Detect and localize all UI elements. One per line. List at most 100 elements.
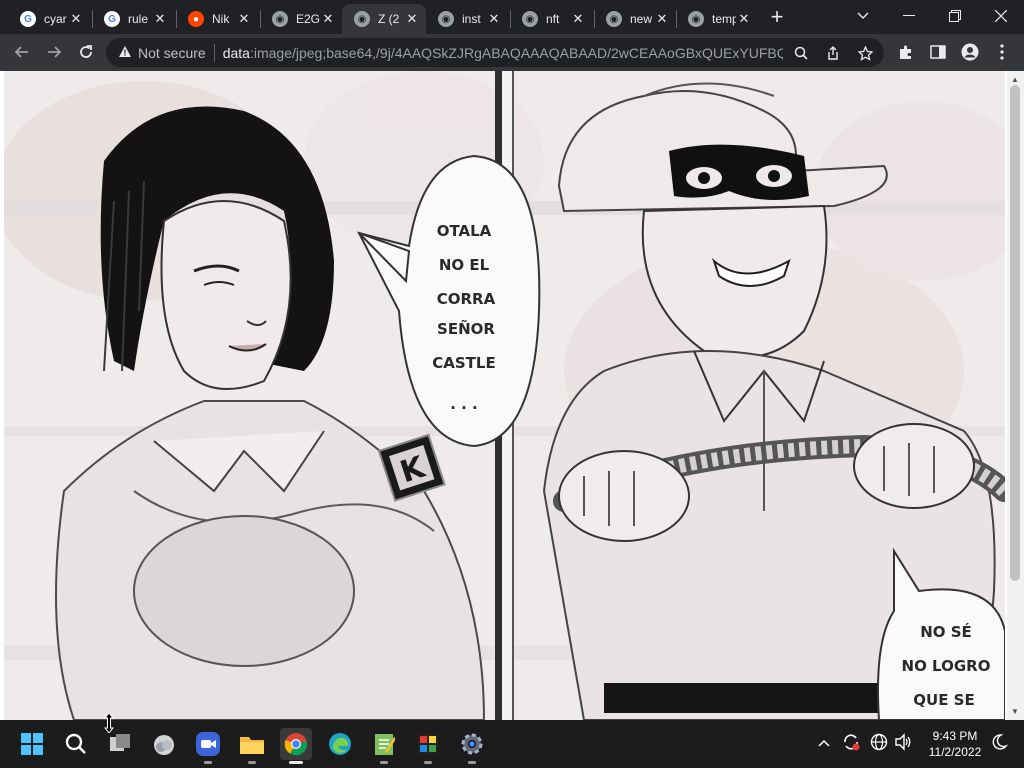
notifications-button[interactable]	[990, 733, 1009, 754]
tab-2[interactable]: G rule ✕	[92, 4, 174, 34]
tab-label: inst	[462, 12, 481, 26]
weather-widget[interactable]	[148, 728, 180, 760]
page-content: K OTALA NO EL CORRA SEÑOR CASTLE . . . N…	[0, 71, 1024, 720]
back-button[interactable]	[8, 38, 36, 66]
tab-4[interactable]: ◉ E2G ✕	[260, 4, 342, 34]
windows-taskbar: 9:43 PM 11/2/2022	[0, 720, 1024, 768]
clock-time: 9:43 PM	[932, 729, 978, 743]
minimize-button[interactable]	[886, 0, 932, 32]
tab-3[interactable]: ● Nik ✕	[176, 4, 258, 34]
close-icon[interactable]: ✕	[736, 11, 752, 27]
url-rest: :image/jpeg;base64,/9j/4AAQSkZJRgABAQAAA…	[249, 44, 783, 61]
network-status[interactable]	[870, 733, 888, 754]
close-icon[interactable]: ✕	[236, 11, 252, 27]
zoom-icon	[196, 732, 220, 756]
windows-start-icon	[21, 733, 43, 755]
moon-notification-icon	[992, 734, 1009, 750]
reload-button[interactable]	[72, 38, 100, 66]
tab-1[interactable]: G cyar ✕	[8, 4, 90, 34]
globe-icon: ◉	[272, 11, 288, 27]
start-button[interactable]	[16, 728, 48, 760]
file-explorer-app[interactable]	[236, 728, 268, 764]
speech-line: . . .	[450, 395, 478, 413]
tab-9[interactable]: ◉ templat ✕	[676, 4, 758, 34]
sync-status[interactable]	[842, 733, 860, 754]
tab-5-active[interactable]: ◉ Z (2 ✕	[342, 4, 426, 34]
close-window-button[interactable]	[978, 0, 1024, 32]
tab-search-button[interactable]	[840, 0, 886, 32]
show-hidden-icons-button[interactable]	[818, 734, 830, 750]
running-indicator	[204, 761, 212, 764]
system-clock[interactable]: 9:43 PM 11/2/2022	[920, 728, 990, 760]
search-icon	[65, 733, 86, 754]
close-icon[interactable]: ✕	[152, 11, 168, 27]
forward-button[interactable]	[40, 38, 68, 66]
photos-app[interactable]	[412, 728, 444, 764]
globe-icon: ◉	[522, 11, 538, 27]
close-icon[interactable]: ✕	[654, 11, 670, 27]
minimize-icon	[903, 15, 915, 16]
warning-icon[interactable]	[118, 45, 132, 61]
speech-line: NO SÉ	[920, 622, 972, 641]
scroll-up-arrow-icon[interactable]: ▲	[1011, 75, 1019, 84]
chrome-icon	[284, 733, 308, 756]
arrow-right-icon	[48, 46, 62, 58]
google-icon: G	[104, 11, 120, 27]
side-panel-button[interactable]	[926, 40, 950, 64]
scrollbar-thumb[interactable]	[1010, 85, 1020, 581]
vertical-scrollbar[interactable]: ▲ ▼	[1007, 71, 1024, 720]
zoom-app[interactable]	[192, 728, 224, 764]
address-bar[interactable]: Not secure data:image/jpeg;base64,/9j/4A…	[106, 38, 884, 67]
menu-button[interactable]	[990, 40, 1014, 64]
notepad-icon	[375, 734, 395, 755]
chrome-app[interactable]	[280, 728, 312, 764]
running-indicator	[248, 761, 256, 764]
puzzle-icon	[900, 45, 911, 59]
close-icon[interactable]: ✕	[68, 11, 84, 27]
tab-label: templat	[712, 12, 736, 26]
url-scheme: data	[222, 44, 250, 61]
share-icon[interactable]	[822, 42, 844, 64]
resize-cursor-icon	[104, 713, 114, 733]
running-indicator	[424, 761, 432, 764]
bookmark-star-icon[interactable]	[854, 42, 876, 64]
avatar-icon	[961, 43, 979, 61]
tab-6[interactable]: ◉ inst ✕	[426, 4, 508, 34]
restore-button[interactable]	[932, 0, 978, 32]
speech-line: SEÑOR	[437, 319, 495, 338]
profile-button[interactable]	[958, 40, 982, 64]
speech-line: CASTLE	[432, 354, 495, 372]
globe-icon: ◉	[438, 11, 454, 27]
url-text[interactable]: data:image/jpeg;base64,/9j/4AAQSkZJRgABA…	[223, 45, 783, 61]
volume-control[interactable]	[894, 733, 912, 754]
task-view-icon	[110, 734, 130, 751]
new-tab-button[interactable]: +	[765, 6, 789, 30]
tab-label: nft	[546, 12, 560, 26]
file-explorer-icon	[240, 737, 264, 754]
edge-app[interactable]	[324, 728, 356, 760]
settings-icon	[461, 733, 483, 755]
chevron-up-icon	[818, 739, 830, 747]
side-panel-icon	[930, 45, 946, 59]
close-icon[interactable]: ✕	[320, 11, 336, 27]
extensions-button[interactable]	[894, 40, 918, 64]
security-status-label[interactable]: Not secure	[138, 45, 206, 61]
scroll-down-arrow-icon[interactable]: ▼	[1011, 707, 1019, 716]
clock-date: 11/2/2022	[928, 745, 982, 759]
tab-8[interactable]: ◉ new ✕	[594, 4, 676, 34]
notepad-app[interactable]	[368, 728, 400, 764]
zoom-icon[interactable]	[790, 42, 812, 64]
settings-app[interactable]	[456, 728, 488, 764]
tab-7[interactable]: ◉ nft ✕	[510, 4, 592, 34]
running-indicator	[468, 761, 476, 764]
kebab-menu-icon	[1000, 44, 1004, 60]
restore-icon	[949, 10, 961, 22]
close-icon[interactable]: ✕	[404, 11, 420, 27]
tab-label: Z (2	[378, 12, 400, 26]
close-icon[interactable]: ✕	[486, 11, 502, 27]
reload-icon	[80, 45, 92, 58]
close-icon[interactable]: ✕	[570, 11, 586, 27]
browser-toolbar: Not secure data:image/jpeg;base64,/9j/4A…	[0, 34, 1024, 71]
search-button[interactable]	[60, 728, 92, 760]
speaker-icon	[895, 733, 911, 751]
